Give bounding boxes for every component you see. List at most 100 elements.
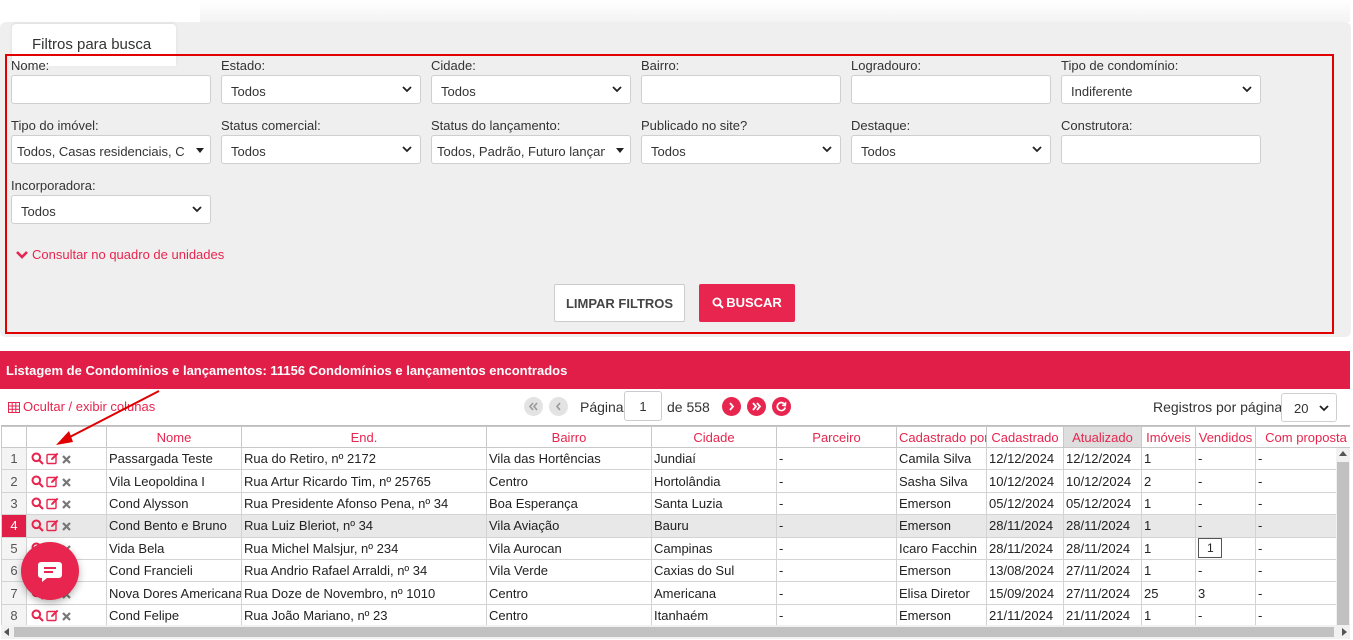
construtora-input[interactable]: [1061, 135, 1261, 164]
registered-by-cell: Emerson: [896, 603, 987, 625]
search-icon[interactable]: [31, 452, 44, 465]
scroll-left-icon[interactable]: [4, 628, 9, 636]
rows-per-page-label: Registros por página: [1153, 399, 1283, 415]
vertical-scrollbar[interactable]: [1336, 448, 1350, 625]
nome-input[interactable]: [11, 75, 211, 104]
edit-icon[interactable]: [46, 475, 59, 488]
name-cell: Passargada Teste: [106, 446, 242, 471]
table-row[interactable]: 8 Cond Felipe Rua João Mariano, nº 23 Centr…: [1, 603, 1350, 625]
rows-per-page-value: 20: [1294, 401, 1309, 416]
delete-icon[interactable]: [61, 499, 72, 510]
search-icon[interactable]: [31, 497, 44, 510]
search-icon[interactable]: [31, 519, 44, 533]
status-do-lancamento-select[interactable]: Todos, Padrão, Futuro lançam: [431, 135, 631, 164]
scroll-up-icon[interactable]: [1339, 451, 1347, 456]
sold-value-box[interactable]: 1: [1198, 538, 1222, 559]
tipo-de-condominio-select[interactable]: Indiferente: [1061, 75, 1261, 104]
table-row[interactable]: 3 Cond Alysson Rua Presidente Afonso Pena,…: [1, 491, 1350, 516]
scroll-right-icon[interactable]: [1342, 628, 1347, 636]
partner-cell: -: [776, 603, 897, 625]
address-cell: Rua Presidente Afonso Pena, nº 34: [241, 491, 487, 516]
last-page-button[interactable]: [747, 397, 766, 416]
edit-icon[interactable]: [46, 497, 59, 510]
next-page-button[interactable]: [722, 397, 741, 416]
row-number-cell[interactable]: 3: [1, 491, 27, 516]
publicado-no-site-select[interactable]: Todos: [641, 135, 841, 164]
properties-cell: 2: [1141, 469, 1196, 493]
chevron-left-icon: [555, 402, 561, 411]
column-header[interactable]: Imóveis: [1141, 426, 1196, 448]
horizontal-scroll-thumb[interactable]: [14, 627, 1334, 637]
vertical-scroll-thumb[interactable]: [1337, 462, 1349, 625]
column-header[interactable]: Vendidos: [1195, 426, 1256, 448]
registered-by-cell: Elisa Diretor: [896, 581, 987, 605]
column-header[interactable]: Cadastrado: [986, 426, 1064, 448]
refresh-icon: [776, 401, 787, 412]
edit-icon[interactable]: [46, 609, 59, 622]
table-row[interactable]: 7 Nova Dores Americana Rua Doze de Novembr…: [1, 581, 1350, 605]
page-label: Página: [580, 399, 624, 415]
logradouro-input[interactable]: [851, 75, 1051, 104]
search-icon[interactable]: [31, 609, 44, 622]
edit-icon[interactable]: [46, 519, 59, 532]
edit-icon[interactable]: [46, 452, 59, 465]
bairro-input[interactable]: [641, 75, 841, 104]
table-row[interactable]: 1 Passargada Teste Rua do Retiro, nº 2172 V…: [1, 446, 1350, 471]
sold-cell: -: [1195, 469, 1256, 493]
estado-select[interactable]: Todos: [221, 75, 421, 104]
cidade-value: Todos: [441, 84, 476, 99]
status-comercial-select[interactable]: Todos: [221, 135, 421, 164]
column-header[interactable]: Cadastrado por: [896, 426, 987, 448]
column-header[interactable]: Atualizado: [1063, 426, 1142, 448]
chevron-down-icon: [16, 251, 28, 259]
bairro-label: Bairro:: [641, 58, 680, 73]
prev-page-button[interactable]: [549, 397, 568, 416]
delete-icon[interactable]: [61, 611, 72, 622]
page-input[interactable]: 1: [624, 391, 662, 421]
column-header[interactable]: Cidade: [651, 426, 777, 448]
rows-per-page-select[interactable]: 20: [1281, 393, 1337, 422]
name-cell: Vila Leopoldina I: [106, 469, 242, 493]
row-number-cell[interactable]: 8: [1, 603, 27, 625]
table-row[interactable]: 4 Cond Bento e Bruno Rua Luiz Bleriot, nº …: [1, 514, 1350, 538]
registered-date-cell: 28/11/2024: [986, 536, 1064, 560]
column-header[interactable]: Parceiro: [776, 426, 897, 448]
chevron-right-icon: [729, 402, 735, 411]
cidade-select[interactable]: Todos: [431, 75, 631, 104]
row-number-cell[interactable]: 2: [1, 469, 27, 493]
table-row[interactable]: 6 Cond Francieli Rua Andrio Rafael Arraldi…: [1, 558, 1350, 583]
chat-button[interactable]: [21, 542, 79, 600]
table-row[interactable]: 5 Vida Bela Rua Michel Malsjur, nº 234 Vila…: [1, 536, 1350, 560]
chevron-down-icon: [822, 146, 832, 153]
search-button[interactable]: BUSCAR: [699, 284, 795, 322]
table-row[interactable]: 2 Vila Leopoldina I Rua Artur Ricardo Tim,…: [1, 469, 1350, 493]
clear-filters-button[interactable]: LIMPAR FILTROS: [554, 284, 685, 322]
tipo-do-imovel-select[interactable]: Todos, Casas residenciais, Ch: [11, 135, 211, 164]
name-cell: Cond Alysson: [106, 491, 242, 516]
updated-date-cell: 10/12/2024: [1063, 469, 1142, 493]
row-number-cell[interactable]: 7: [1, 581, 27, 605]
updated-date-cell: 27/11/2024: [1063, 558, 1142, 583]
row-number-cell[interactable]: 1: [1, 446, 27, 471]
chevron-down-icon: [1242, 86, 1252, 93]
first-page-button[interactable]: [524, 397, 543, 416]
consult-units-link[interactable]: Consultar no quadro de unidades: [16, 247, 224, 262]
construtora-label: Construtora:: [1061, 118, 1133, 133]
search-icon[interactable]: [31, 475, 44, 488]
column-header[interactable]: [1, 426, 27, 448]
refresh-button[interactable]: [772, 397, 791, 416]
row-number-cell[interactable]: 4: [1, 514, 27, 538]
column-header[interactable]: Bairro: [486, 426, 652, 448]
column-header[interactable]: End.: [241, 426, 487, 448]
column-header[interactable]: Com proposta: [1255, 426, 1350, 448]
destaque-select[interactable]: Todos: [851, 135, 1051, 164]
delete-icon[interactable]: [61, 521, 72, 532]
listing-toolbar: Ocultar / exibir colunas Página 1 de 558…: [0, 389, 1350, 425]
incorporadora-select[interactable]: Todos: [11, 195, 211, 224]
row-number-cell[interactable]: 5: [1, 536, 27, 560]
delete-icon[interactable]: [61, 454, 72, 465]
delete-icon[interactable]: [61, 477, 72, 488]
address-cell: Rua Doze de Novembro, nº 1010: [241, 581, 487, 605]
table-icon: [8, 402, 20, 413]
horizontal-scrollbar[interactable]: [1, 625, 1350, 639]
